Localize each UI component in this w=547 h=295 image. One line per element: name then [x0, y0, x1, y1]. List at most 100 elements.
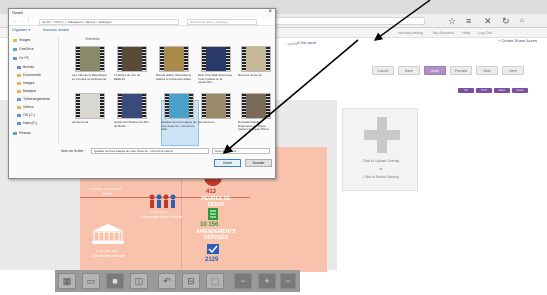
cancel-dialog-button[interactable]: Annuler	[245, 159, 272, 167]
remove-icon[interactable]: −	[280, 273, 296, 289]
path-breadcrumb[interactable]: Ce PC > OS (C:) > Utilisateurs > laurent…	[39, 19, 179, 25]
up-arrow-icon[interactable]: ↑	[27, 18, 30, 24]
open-button[interactable]: Ouvrir	[214, 159, 241, 167]
video-thumbnail[interactable]	[241, 93, 271, 119]
drive-icon	[17, 121, 21, 125]
filename-input[interactable]: Quelles sont les étapes du vote d'une lo…	[91, 148, 209, 154]
film-strip-icon	[100, 47, 104, 71]
address-bar[interactable]	[275, 17, 425, 25]
file-name[interactable]: Remous d'une vie	[238, 73, 274, 78]
file-name[interactable]: Quelle fut l'histoire de Mai de Berlin .…	[114, 120, 150, 128]
upload-overlay-dropzone[interactable]: Click to Upload Overlay or Click to Sele…	[342, 108, 418, 191]
create-share-link[interactable]: + Create Share Acces	[498, 38, 537, 43]
sidebar-item-onedrive[interactable]: OneDrive	[13, 47, 34, 51]
square-icon[interactable]: ■	[106, 273, 124, 289]
new-folder-button[interactable]: Nouveau dossier	[43, 28, 69, 32]
next-button-2[interactable]: Next	[502, 66, 524, 75]
senate-label: Sénat	[103, 192, 113, 196]
film-strip-icon	[266, 47, 270, 71]
video-thumbnail[interactable]	[75, 46, 105, 72]
sidebar-item-e-drive[interactable]: Data (E:)	[17, 121, 37, 125]
sidebar-item-images[interactable]: Images	[13, 38, 30, 42]
fit-height-button[interactable]: Fit H	[476, 88, 492, 93]
file-name[interactable]: Les Clés de la République Le Conseil con…	[72, 73, 108, 81]
save-button[interactable]: Save	[398, 66, 420, 75]
editor-button-row: Cancel Save Undo Preview Next Next	[372, 66, 524, 75]
drive-icon	[17, 113, 21, 117]
nav-link-help[interactable]: Help	[462, 30, 470, 35]
view-button-row: Fit Fit H Zoom Center	[458, 88, 528, 93]
people-icon	[147, 193, 177, 209]
star-icon[interactable]: ☆	[448, 16, 456, 26]
film-strip-icon	[242, 94, 246, 118]
organize-button[interactable]: Organiser ▾	[12, 28, 30, 32]
file-name[interactable]: Morale arabe, Révolutions arabes et prin…	[156, 73, 192, 81]
sidebar-item-pc[interactable]: Ce PC	[13, 56, 29, 60]
film-strip-icon	[184, 47, 188, 71]
forward-arrow-icon[interactable]: →	[19, 18, 24, 24]
video-thumbnail[interactable]	[117, 93, 147, 119]
zoom-in-icon[interactable]: +	[258, 273, 276, 289]
video-thumbnail[interactable]	[201, 46, 231, 72]
next-button[interactable]: Next	[476, 66, 498, 75]
film-strip-icon	[160, 47, 164, 71]
documents-icon	[17, 73, 21, 77]
film-strip-icon	[142, 47, 146, 71]
assembly-date: 6 - 11 JUIN 2015	[96, 249, 119, 253]
file-name[interactable]: Nouvelle histoire Empereurs de Rome (sai…	[238, 120, 274, 132]
select-existing-text[interactable]: Click to Select Existing	[343, 175, 419, 179]
file-name-selected[interactable]: Quelles sont les étapes du vote d'une lo…	[161, 120, 197, 132]
sidebar-item-desktop[interactable]: Bureau	[17, 65, 34, 69]
frame-icon[interactable]: ▭	[82, 273, 100, 289]
crop-icon[interactable]: ◫	[130, 273, 148, 289]
sidebar-item-downloads[interactable]: Téléchargements	[17, 97, 50, 101]
open-file-dialog: Ouvrir × ← → ↑ Ce PC > OS (C:) > Utilisa…	[8, 8, 276, 179]
extension-icon[interactable]: ✕	[484, 16, 492, 26]
nav-link-logout[interactable]: Log Out	[478, 30, 492, 35]
cancel-button[interactable]: Cancel	[372, 66, 394, 75]
zoom-button[interactable]: Zoom	[494, 88, 510, 93]
sidebar-item-network[interactable]: Réseau	[13, 131, 31, 135]
undo-icon[interactable]: ↶	[158, 273, 176, 289]
amendments-value: 10 156	[200, 222, 219, 228]
sidebar-item-c-drive[interactable]: OS (C:)	[17, 113, 35, 117]
video-thumbnail[interactable]	[159, 46, 189, 72]
undo-button[interactable]: Undo	[424, 66, 446, 75]
center-button[interactable]: Center	[512, 88, 528, 93]
film-strip-icon	[266, 94, 270, 118]
sidebar-item-music[interactable]: Musique	[17, 89, 36, 93]
close-icon[interactable]: ×	[268, 9, 272, 15]
fit-icon[interactable]: ⊟	[182, 273, 200, 289]
nav-link-user[interactable]: velocity.zeitag	[398, 30, 423, 35]
file-name[interactable]: Qui fait la loi	[198, 120, 234, 125]
sidebar-item-documents[interactable]: Documents	[17, 73, 41, 77]
file-type-select[interactable]: Tous les fichiers	[212, 148, 270, 154]
file-name[interactable]: New York Wall street/ que s'est-il passé…	[198, 73, 234, 85]
video-thumbnail[interactable]	[201, 93, 231, 119]
film-strip-icon	[202, 47, 206, 71]
file-name[interactable]: pêcheurs bir	[72, 120, 108, 125]
film-strip-icon	[226, 47, 230, 71]
menu-icon[interactable]: ≡	[466, 16, 471, 26]
expand-icon[interactable]: ⬚	[206, 273, 224, 289]
file-name[interactable]: L'histoire du mur de BERLIN	[114, 73, 150, 81]
video-thumbnail[interactable]	[241, 46, 271, 72]
fit-button[interactable]: Fit	[458, 88, 474, 93]
sidebar-item-videos[interactable]: Vidéos	[17, 105, 34, 109]
video-thumbnail[interactable]	[117, 46, 147, 72]
search-input[interactable]: Rechercher dans : desktyper	[187, 19, 257, 25]
video-thumbnail[interactable]	[75, 93, 105, 119]
home-icon[interactable]: ⌂	[520, 16, 524, 26]
nav-link-account[interactable]: My Account	[433, 30, 454, 35]
back-arrow-icon[interactable]: ←	[12, 18, 17, 24]
marker-link[interactable]: A Ssr.ssmt	[297, 40, 316, 45]
video-thumbnail-selected[interactable]	[164, 93, 194, 119]
zoom-out-icon[interactable]: −	[234, 273, 252, 289]
assembly-label: Assemblée nationale	[93, 254, 126, 258]
reload-icon[interactable]: ↻	[502, 16, 510, 26]
sidebar-item-pictures[interactable]: Images	[17, 81, 34, 85]
upload-or: or	[379, 167, 383, 171]
cloud-icon	[13, 47, 17, 51]
layout-icon[interactable]: ▦	[58, 273, 76, 289]
preview-button[interactable]: Preview	[450, 66, 472, 75]
